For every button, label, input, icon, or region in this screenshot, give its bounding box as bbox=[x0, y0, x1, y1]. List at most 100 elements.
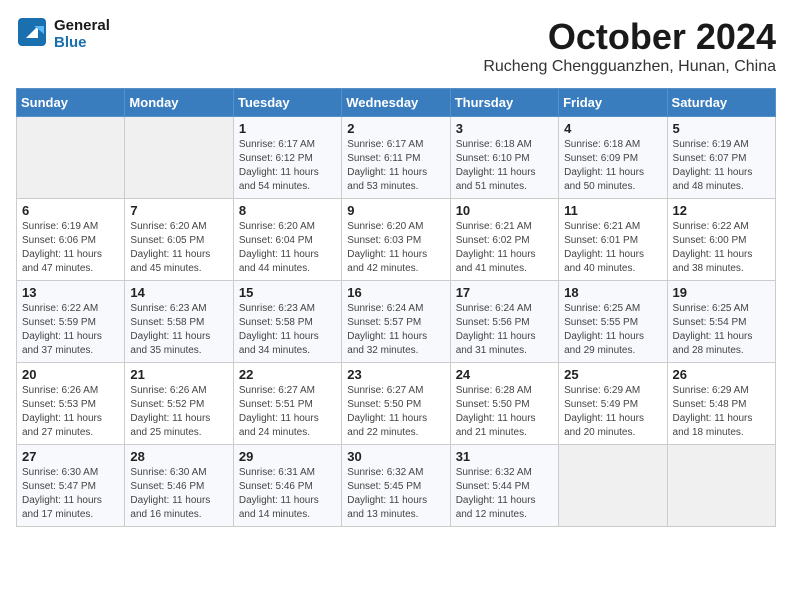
day-info: Sunrise: 6:20 AM Sunset: 6:04 PM Dayligh… bbox=[239, 220, 336, 276]
calendar-table: SundayMondayTuesdayWednesdayThursdayFrid… bbox=[16, 88, 776, 527]
day-number: 1 bbox=[239, 121, 336, 136]
day-info: Sunrise: 6:22 AM Sunset: 5:59 PM Dayligh… bbox=[22, 302, 119, 358]
day-info: Sunrise: 6:19 AM Sunset: 6:06 PM Dayligh… bbox=[22, 220, 119, 276]
day-number: 11 bbox=[564, 203, 661, 218]
day-info: Sunrise: 6:18 AM Sunset: 6:09 PM Dayligh… bbox=[564, 138, 661, 194]
day-info: Sunrise: 6:21 AM Sunset: 6:02 PM Dayligh… bbox=[456, 220, 553, 276]
day-number: 10 bbox=[456, 203, 553, 218]
calendar-cell: 31 Sunrise: 6:32 AM Sunset: 5:44 PM Dayli… bbox=[450, 445, 558, 527]
calendar-cell: 30 Sunrise: 6:32 AM Sunset: 5:45 PM Dayli… bbox=[342, 445, 450, 527]
day-number: 23 bbox=[347, 367, 444, 382]
calendar-cell: 7Sunrise: 6:20 AM Sunset: 6:05 PM Daylig… bbox=[125, 199, 233, 281]
calendar-cell: 26Sunrise: 6:29 AM Sunset: 5:48 PM Dayli… bbox=[667, 363, 775, 445]
title-block: October 2024 Rucheng Chengguanzhen, Huna… bbox=[483, 16, 776, 76]
day-number: 6 bbox=[22, 203, 119, 218]
calendar-cell: 29 Sunrise: 6:31 AM Sunset: 5:46 PM Dayli… bbox=[233, 445, 341, 527]
calendar-cell: 2 Sunrise: 6:17 AM Sunset: 6:11 PM Daylig… bbox=[342, 117, 450, 199]
calendar-week-2: 6 Sunrise: 6:19 AM Sunset: 6:06 PM Daylig… bbox=[17, 199, 776, 281]
location: Rucheng Chengguanzhen, Hunan, China bbox=[483, 58, 776, 76]
day-number: 28 bbox=[130, 449, 227, 464]
calendar-cell: 8 Sunrise: 6:20 AM Sunset: 6:04 PM Daylig… bbox=[233, 199, 341, 281]
day-number: 27 bbox=[22, 449, 119, 464]
day-info: Sunrise: 6:17 AM Sunset: 6:12 PM Dayligh… bbox=[239, 138, 336, 194]
day-number: 30 bbox=[347, 449, 444, 464]
day-number: 14 bbox=[130, 285, 227, 300]
day-info: Sunrise: 6:32 AM Sunset: 5:45 PM Dayligh… bbox=[347, 466, 444, 522]
day-number: 21 bbox=[130, 367, 227, 382]
day-info: Sunrise: 6:27 AM Sunset: 5:51 PM Dayligh… bbox=[239, 384, 336, 440]
calendar-cell: 21 Sunrise: 6:26 AM Sunset: 5:52 PM Dayli… bbox=[125, 363, 233, 445]
day-info: Sunrise: 6:30 AM Sunset: 5:47 PM Dayligh… bbox=[22, 466, 119, 522]
day-number: 20 bbox=[22, 367, 119, 382]
day-number: 31 bbox=[456, 449, 553, 464]
day-info: Sunrise: 6:20 AM Sunset: 6:05 PM Dayligh… bbox=[130, 220, 227, 276]
calendar-cell: 17Sunrise: 6:24 AM Sunset: 5:56 PM Dayli… bbox=[450, 281, 558, 363]
column-header-friday: Friday bbox=[559, 89, 667, 117]
day-info: Sunrise: 6:32 AM Sunset: 5:44 PM Dayligh… bbox=[456, 466, 553, 522]
day-info: Sunrise: 6:23 AM Sunset: 5:58 PM Dayligh… bbox=[239, 302, 336, 358]
logo: General Blue bbox=[16, 16, 110, 53]
page-header: General Blue October 2024 Rucheng Chengg… bbox=[16, 16, 776, 76]
day-number: 13 bbox=[22, 285, 119, 300]
day-info: Sunrise: 6:26 AM Sunset: 5:53 PM Dayligh… bbox=[22, 384, 119, 440]
day-info: Sunrise: 6:25 AM Sunset: 5:54 PM Dayligh… bbox=[673, 302, 770, 358]
day-info: Sunrise: 6:26 AM Sunset: 5:52 PM Dayligh… bbox=[130, 384, 227, 440]
calendar-week-1: 1 Sunrise: 6:17 AM Sunset: 6:12 PM Daylig… bbox=[17, 117, 776, 199]
calendar-cell: 6 Sunrise: 6:19 AM Sunset: 6:06 PM Daylig… bbox=[17, 199, 125, 281]
day-number: 12 bbox=[673, 203, 770, 218]
calendar-cell: 16Sunrise: 6:24 AM Sunset: 5:57 PM Dayli… bbox=[342, 281, 450, 363]
logo-icon bbox=[16, 16, 48, 53]
day-number: 9 bbox=[347, 203, 444, 218]
calendar-cell: 11 Sunrise: 6:21 AM Sunset: 6:01 PM Dayli… bbox=[559, 199, 667, 281]
calendar-cell: 18 Sunrise: 6:25 AM Sunset: 5:55 PM Dayli… bbox=[559, 281, 667, 363]
day-number: 19 bbox=[673, 285, 770, 300]
day-info: Sunrise: 6:21 AM Sunset: 6:01 PM Dayligh… bbox=[564, 220, 661, 276]
calendar-cell: 23Sunrise: 6:27 AM Sunset: 5:50 PM Dayli… bbox=[342, 363, 450, 445]
day-number: 3 bbox=[456, 121, 553, 136]
calendar-cell: 10 Sunrise: 6:21 AM Sunset: 6:02 PM Dayli… bbox=[450, 199, 558, 281]
day-number: 4 bbox=[564, 121, 661, 136]
calendar-header: SundayMondayTuesdayWednesdayThursdayFrid… bbox=[17, 89, 776, 117]
day-number: 18 bbox=[564, 285, 661, 300]
calendar-cell bbox=[559, 445, 667, 527]
month-title: October 2024 bbox=[483, 16, 776, 58]
day-info: Sunrise: 6:24 AM Sunset: 5:56 PM Dayligh… bbox=[456, 302, 553, 358]
calendar-cell: 19 Sunrise: 6:25 AM Sunset: 5:54 PM Dayli… bbox=[667, 281, 775, 363]
calendar-cell: 28Sunrise: 6:30 AM Sunset: 5:46 PM Dayli… bbox=[125, 445, 233, 527]
column-header-sunday: Sunday bbox=[17, 89, 125, 117]
calendar-cell: 12Sunrise: 6:22 AM Sunset: 6:00 PM Dayli… bbox=[667, 199, 775, 281]
calendar-week-3: 13 Sunrise: 6:22 AM Sunset: 5:59 PM Dayli… bbox=[17, 281, 776, 363]
day-number: 29 bbox=[239, 449, 336, 464]
day-info: Sunrise: 6:19 AM Sunset: 6:07 PM Dayligh… bbox=[673, 138, 770, 194]
column-header-wednesday: Wednesday bbox=[342, 89, 450, 117]
day-number: 5 bbox=[673, 121, 770, 136]
day-number: 24 bbox=[456, 367, 553, 382]
day-info: Sunrise: 6:17 AM Sunset: 6:11 PM Dayligh… bbox=[347, 138, 444, 194]
calendar-cell: 5 Sunrise: 6:19 AM Sunset: 6:07 PM Daylig… bbox=[667, 117, 775, 199]
day-number: 8 bbox=[239, 203, 336, 218]
calendar-cell bbox=[17, 117, 125, 199]
calendar-cell: 3 Sunrise: 6:18 AM Sunset: 6:10 PM Daylig… bbox=[450, 117, 558, 199]
calendar-body: 1 Sunrise: 6:17 AM Sunset: 6:12 PM Daylig… bbox=[17, 117, 776, 527]
day-info: Sunrise: 6:28 AM Sunset: 5:50 PM Dayligh… bbox=[456, 384, 553, 440]
day-number: 25 bbox=[564, 367, 661, 382]
day-info: Sunrise: 6:23 AM Sunset: 5:58 PM Dayligh… bbox=[130, 302, 227, 358]
day-info: Sunrise: 6:18 AM Sunset: 6:10 PM Dayligh… bbox=[456, 138, 553, 194]
day-number: 2 bbox=[347, 121, 444, 136]
day-info: Sunrise: 6:29 AM Sunset: 5:49 PM Dayligh… bbox=[564, 384, 661, 440]
day-number: 15 bbox=[239, 285, 336, 300]
day-info: Sunrise: 6:31 AM Sunset: 5:46 PM Dayligh… bbox=[239, 466, 336, 522]
day-number: 26 bbox=[673, 367, 770, 382]
header-row: SundayMondayTuesdayWednesdayThursdayFrid… bbox=[17, 89, 776, 117]
calendar-cell: 9 Sunrise: 6:20 AM Sunset: 6:03 PM Daylig… bbox=[342, 199, 450, 281]
calendar-cell: 4 Sunrise: 6:18 AM Sunset: 6:09 PM Daylig… bbox=[559, 117, 667, 199]
calendar-cell bbox=[667, 445, 775, 527]
day-info: Sunrise: 6:20 AM Sunset: 6:03 PM Dayligh… bbox=[347, 220, 444, 276]
day-info: Sunrise: 6:24 AM Sunset: 5:57 PM Dayligh… bbox=[347, 302, 444, 358]
column-header-monday: Monday bbox=[125, 89, 233, 117]
calendar-cell: 1 Sunrise: 6:17 AM Sunset: 6:12 PM Daylig… bbox=[233, 117, 341, 199]
calendar-cell: 20 Sunrise: 6:26 AM Sunset: 5:53 PM Dayli… bbox=[17, 363, 125, 445]
calendar-cell: 13 Sunrise: 6:22 AM Sunset: 5:59 PM Dayli… bbox=[17, 281, 125, 363]
day-info: Sunrise: 6:25 AM Sunset: 5:55 PM Dayligh… bbox=[564, 302, 661, 358]
logo-text: General Blue bbox=[54, 18, 110, 51]
